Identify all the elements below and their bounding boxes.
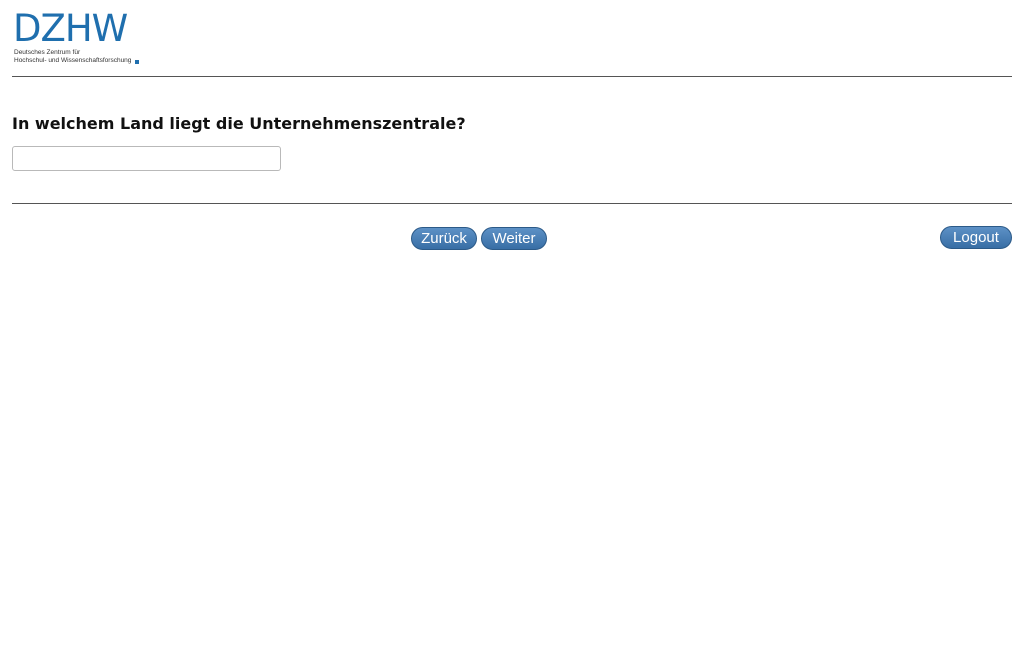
logout-button[interactable]: Logout — [940, 226, 1012, 249]
answer-input[interactable] — [12, 146, 281, 171]
dzhw-logo: DZHW Deutsches Zentrum für Hochschul- un… — [13, 10, 145, 68]
logo-square-icon — [135, 60, 139, 64]
footer-divider — [12, 203, 1012, 204]
logo-subtitle-line1: Deutsches Zentrum für — [14, 49, 81, 56]
back-button[interactable]: Zurück — [411, 227, 477, 250]
logo-wordmark: DZHW — [13, 7, 128, 50]
header-divider — [12, 76, 1012, 77]
logo-subtitle-line2: Hochschul- und Wissenschaftsforschung — [14, 57, 132, 64]
next-button[interactable]: Weiter — [481, 227, 547, 250]
question-text: In welchem Land liegt die Unternehmensze… — [12, 114, 466, 133]
